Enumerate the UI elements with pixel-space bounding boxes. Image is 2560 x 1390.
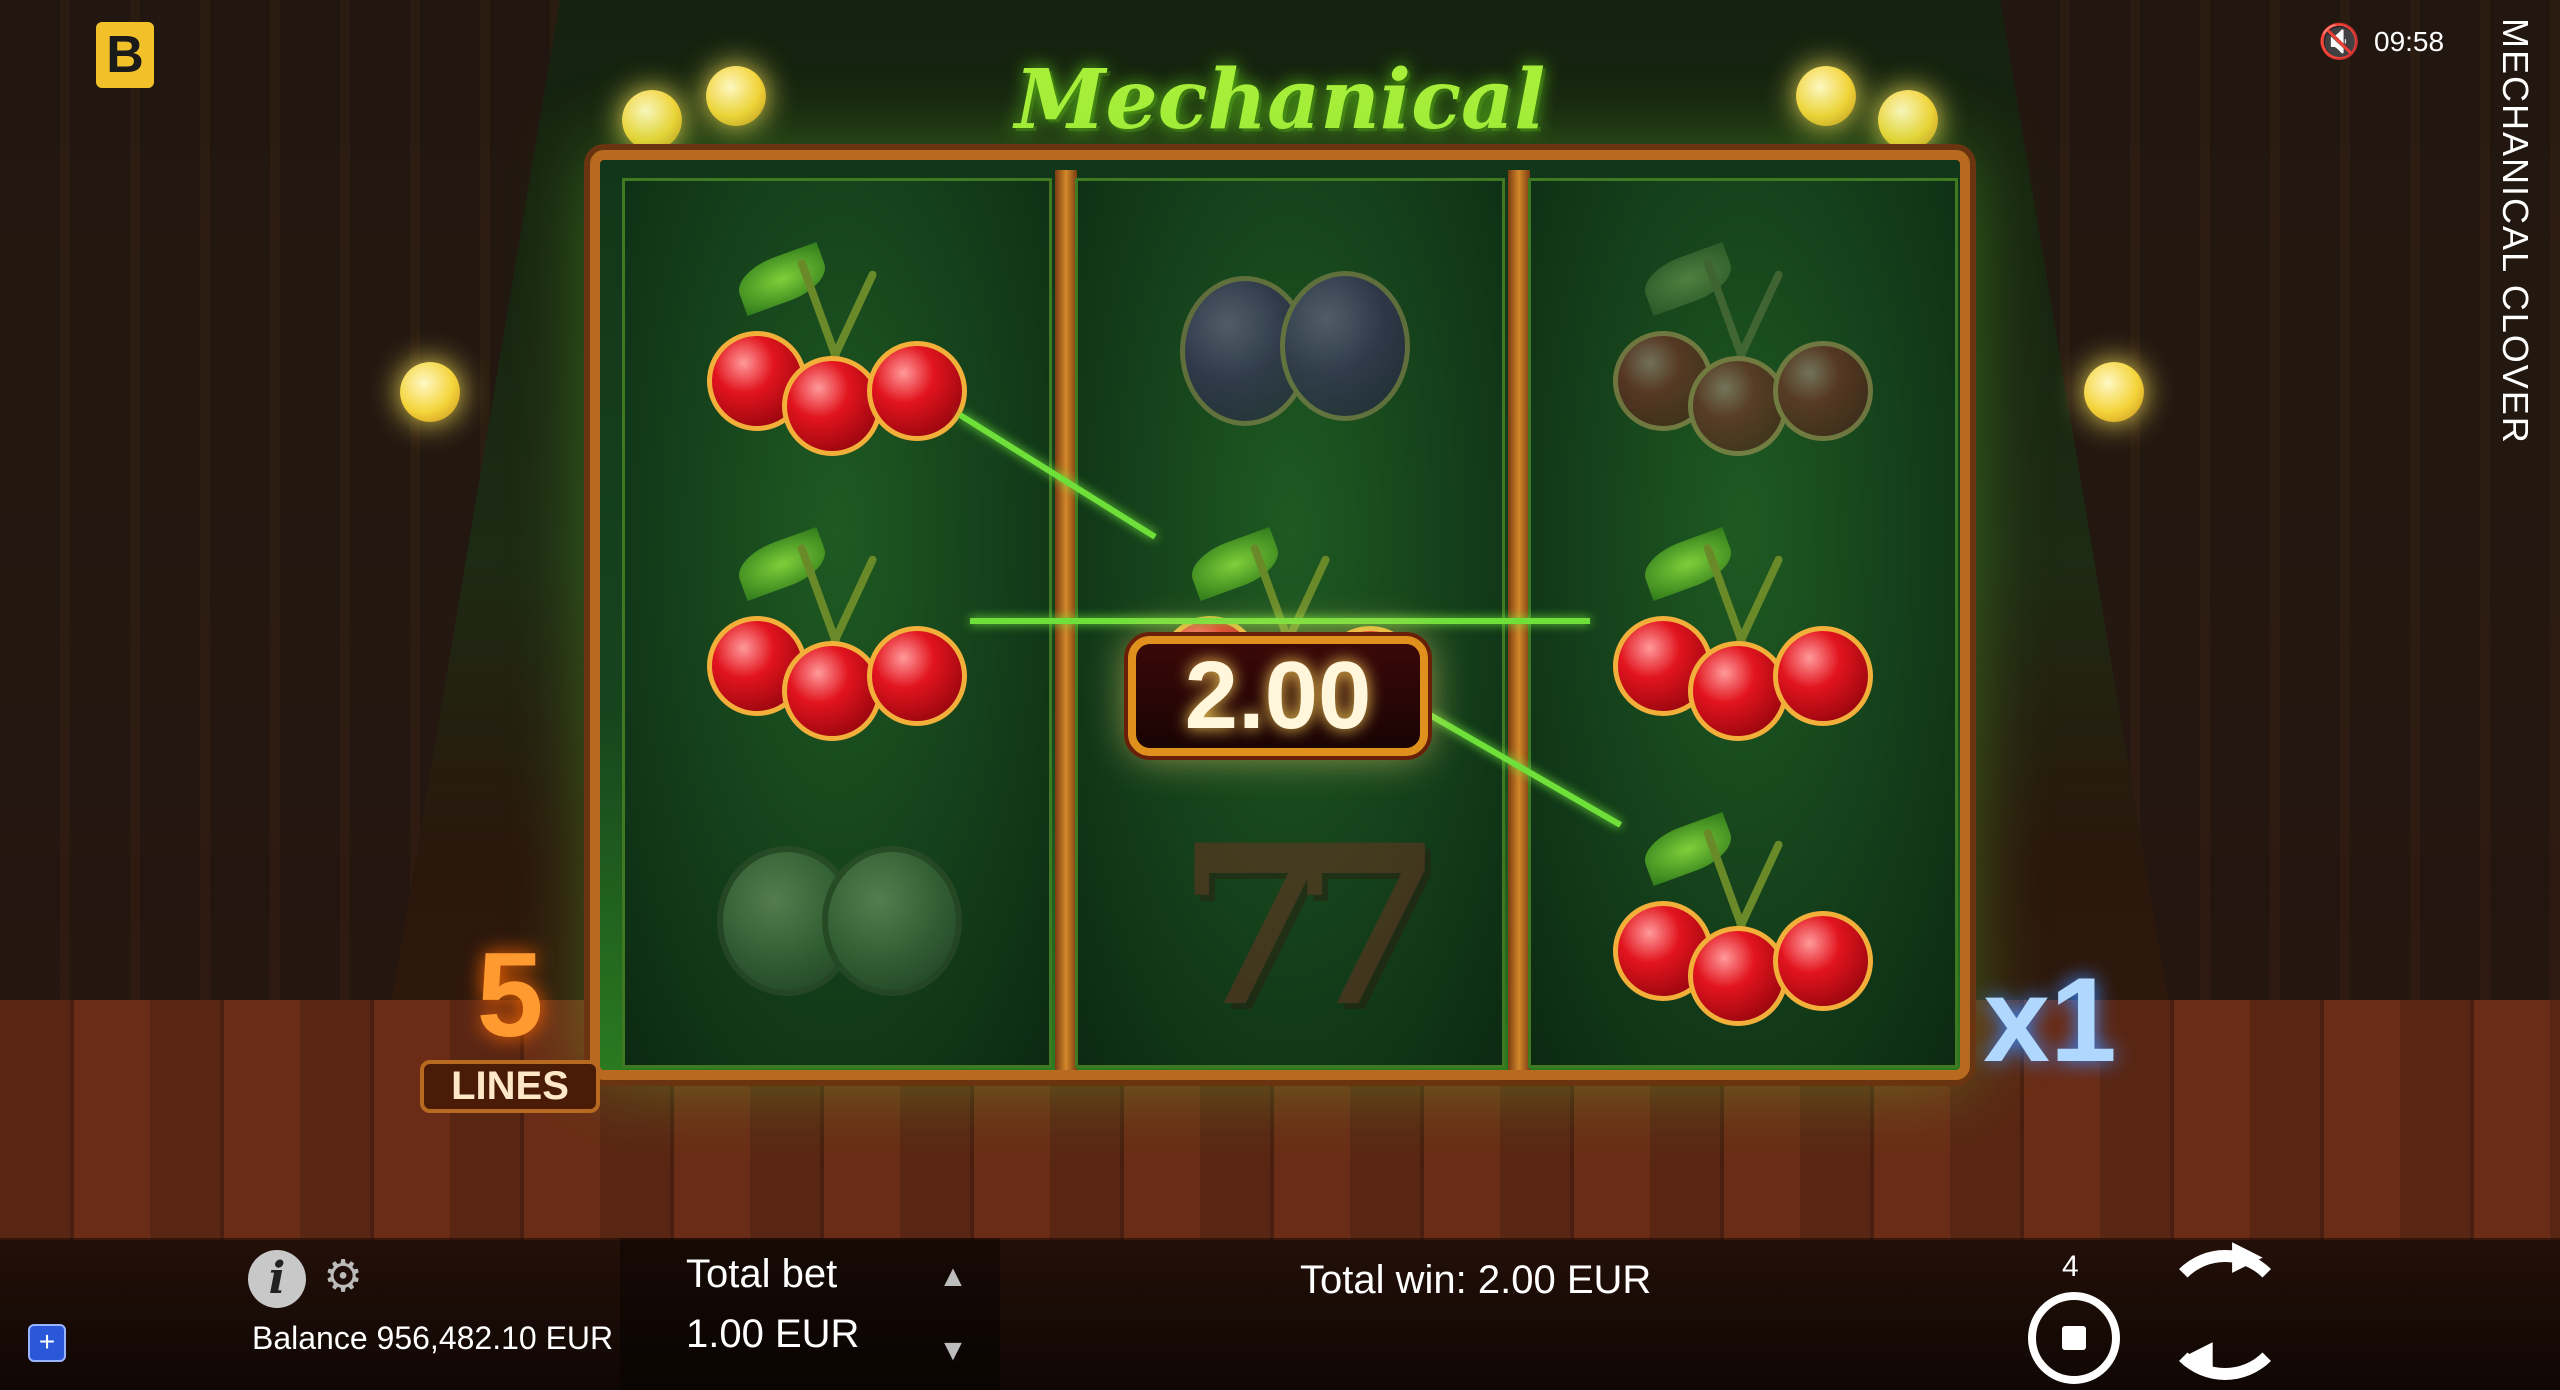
payline <box>970 618 1590 624</box>
speaker-muted-icon[interactable]: 🔇 <box>2318 22 2360 62</box>
win-amount-badge: 2.00 <box>1128 636 1428 756</box>
lines-indicator: 5 LINES <box>410 930 610 1130</box>
plum-icon <box>1150 236 1430 476</box>
info-icon[interactable]: i <box>248 1250 306 1308</box>
gear-icon[interactable]: ⚙ <box>318 1252 368 1302</box>
cherry-icon <box>1603 236 1883 476</box>
lines-label: LINES <box>420 1060 600 1113</box>
left-bookshelf <box>0 0 560 1000</box>
lines-count: 5 <box>476 928 544 1062</box>
bulb-icon <box>706 66 766 126</box>
balance-label: Balance 956,482.10 EUR <box>252 1320 614 1356</box>
bulb-icon <box>1796 66 1856 126</box>
cherry-icon <box>697 236 977 476</box>
spin-arrow-icon: ◀ <box>2182 1333 2213 1377</box>
watermelon-icon <box>697 806 977 1046</box>
cherry-icon <box>697 521 977 761</box>
seven-icon: 77 <box>1176 796 1443 1055</box>
add-funds-button[interactable]: + <box>28 1324 66 1362</box>
bet-decrease-icon[interactable]: ▼ <box>938 1336 968 1366</box>
bulb-icon <box>2084 362 2144 422</box>
bulb-icon <box>1878 90 1938 150</box>
autoplay-stop-button[interactable] <box>2028 1292 2120 1384</box>
bet-increase-icon[interactable]: ▲ <box>938 1262 968 1292</box>
autoplay-count: 4 <box>2062 1250 2079 1283</box>
cherry-icon <box>1603 521 1883 761</box>
right-bookshelf <box>2000 0 2560 1000</box>
game-stage: Mechanical Clover <box>0 0 2560 1390</box>
stop-icon <box>2062 1326 2086 1350</box>
spin-arrow-icon: ▶ <box>2232 1233 2263 1277</box>
cherry-icon <box>1603 806 1883 1046</box>
reel-3 <box>1528 178 1958 1068</box>
brand-logo[interactable]: B <box>96 22 154 88</box>
bulb-icon <box>400 362 460 422</box>
total-bet-label: Total bet <box>686 1252 838 1296</box>
bulb-icon <box>622 90 682 150</box>
multiplier-indicator: x1 <box>1960 920 2140 1120</box>
spin-button[interactable]: ▶ ◀ <box>2160 1233 2290 1380</box>
side-game-title: MECHANICAL CLOVER <box>2495 18 2536 445</box>
clock: 09:58 <box>2374 26 2445 57</box>
total-win-label: Total win: 2.00 EUR <box>1300 1258 1652 1302</box>
multiplier-value: x1 <box>1983 953 2117 1087</box>
total-bet-value: 1.00 EUR <box>686 1312 860 1356</box>
reel-cabinet: 77 <box>590 150 1970 1080</box>
